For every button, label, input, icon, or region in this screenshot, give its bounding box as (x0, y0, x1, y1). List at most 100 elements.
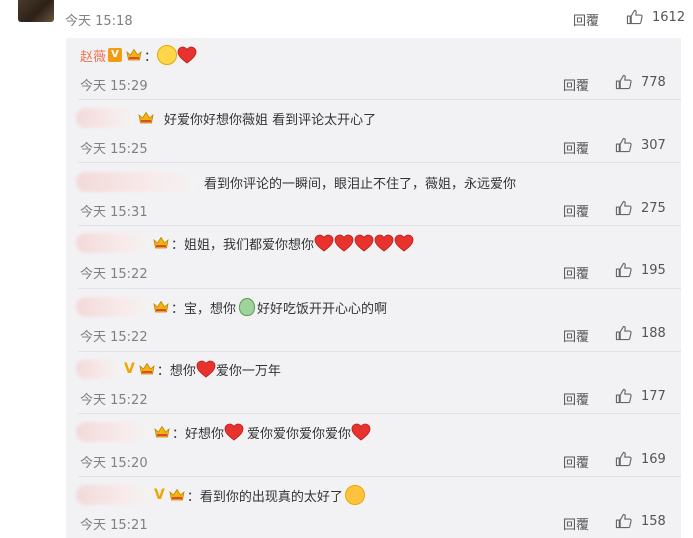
divider (78, 413, 681, 414)
thumbs-up-icon (615, 74, 632, 90)
blurred-username (76, 233, 151, 253)
divider (78, 99, 681, 100)
reply-item: ：姐姐，我们都爱你想你 (76, 233, 414, 253)
reply-button[interactable]: 回覆 (563, 389, 589, 408)
red-heart-icon (354, 234, 374, 252)
reply-time: 今天 15:20 (80, 456, 148, 471)
crown-badge-icon (139, 362, 155, 376)
reply-text: ：好想你 (172, 426, 225, 442)
like-button[interactable]: 177 (615, 388, 666, 404)
crown-badge-icon (169, 488, 185, 502)
reply-button[interactable]: 回覆 (563, 201, 589, 220)
blurred-username (76, 108, 136, 128)
reply-button[interactable]: 回覆 (563, 138, 589, 157)
like-count: 778 (641, 74, 666, 90)
smile-emoji-icon (157, 45, 178, 65)
like-count: 307 (641, 137, 666, 153)
reply-text: 爱你一万年 (215, 363, 281, 379)
blurred-username (76, 422, 152, 442)
like-count: 158 (641, 513, 666, 529)
reply-text: ：看到你的出现真的太好了 (186, 489, 343, 505)
like-count: 275 (641, 200, 666, 216)
like-button[interactable]: 195 (615, 262, 666, 278)
reply-item: 好爱你好想你薇姐 看到评论太开心了 (76, 108, 376, 128)
like-count: 169 (641, 451, 666, 467)
reply-time: 今天 15:21 (80, 518, 148, 533)
divider (78, 476, 681, 477)
like-button[interactable]: 275 (615, 200, 666, 216)
reply-item: ：好想你 爱你爱你爱你爱你 (76, 422, 371, 442)
crown-badge-icon (153, 300, 169, 314)
reply-time: 今天 15:29 (80, 79, 148, 94)
blurred-username (76, 485, 152, 505)
red-heart-icon (374, 234, 394, 252)
thumbs-up-icon (615, 262, 632, 278)
reply-item: 赵薇 V ： (80, 45, 197, 65)
reply-time: 今天 15:31 (80, 205, 148, 220)
v-badge-icon: V (154, 487, 165, 503)
author-name[interactable]: 赵薇 (80, 46, 106, 65)
red-heart-icon (351, 423, 371, 441)
like-count: 177 (641, 388, 666, 404)
reply-button[interactable]: 回覆 (563, 263, 589, 282)
like-count: 188 (641, 325, 666, 341)
crown-badge-icon (126, 48, 142, 62)
blurred-username (76, 359, 122, 379)
red-heart-icon (224, 423, 244, 441)
red-heart-icon (334, 234, 354, 252)
reply-button[interactable]: 回覆 (563, 452, 589, 471)
reply-text: 爱你爱你爱你爱你 (247, 426, 352, 442)
thumbs-up-icon (615, 200, 632, 216)
reply-button[interactable]: 回覆 (563, 75, 589, 94)
reply-item: 看到你评论的一瞬间，眼泪止不住了，薇姐，永远爱你 (76, 172, 516, 192)
red-heart-icon (177, 46, 197, 64)
like-button[interactable]: 307 (615, 137, 666, 153)
like-button[interactable]: 778 (615, 74, 666, 90)
like-button[interactable]: 188 (615, 325, 666, 341)
blurred-username (76, 172, 198, 192)
blurred-username (76, 297, 151, 317)
divider (78, 288, 681, 289)
reply-button[interactable]: 回覆 (563, 326, 589, 345)
thumbs-up-icon (615, 325, 632, 341)
crown-badge-icon (153, 236, 169, 250)
thumbs-up-icon (615, 388, 632, 404)
v-badge-icon: V (108, 48, 123, 62)
crown-badge-icon (154, 425, 170, 439)
red-heart-icon (314, 234, 334, 252)
reply-item: V ：看到你的出现真的太好了 (76, 485, 365, 505)
reply-text: ： (144, 49, 158, 65)
like-button[interactable]: 1612 (626, 9, 685, 25)
v-badge-icon: V (124, 361, 135, 377)
divider (78, 351, 681, 352)
reply-text: ：想你 (156, 363, 196, 379)
crown-badge-icon (138, 111, 154, 125)
reply-text: 好爱你好想你薇姐 看到评论太开心了 (164, 112, 377, 128)
comment-time: 今天 15:18 (65, 14, 133, 29)
reply-text: 看到你评论的一瞬间，眼泪止不住了，薇姐，永远爱你 (204, 176, 517, 192)
thumbs-up-icon (626, 9, 643, 25)
like-count: 195 (641, 262, 666, 278)
red-heart-icon (394, 234, 414, 252)
reply-text: 好好吃饭开开心心的啊 (257, 301, 388, 317)
reply-time: 今天 15:22 (80, 393, 148, 408)
like-button[interactable]: 169 (615, 451, 666, 467)
thumbs-up-icon (615, 451, 632, 467)
sticker-emoji-icon (239, 298, 256, 316)
reply-time: 今天 15:22 (80, 330, 148, 345)
avatar[interactable] (18, 0, 54, 22)
reply-item: V ：想你 爱你一万年 (76, 359, 281, 379)
thumbs-up-icon (615, 513, 632, 529)
reply-button[interactable]: 回覆 (573, 10, 599, 29)
reply-time: 今天 15:22 (80, 267, 148, 282)
red-heart-icon (196, 360, 216, 378)
divider (78, 162, 681, 163)
like-button[interactable]: 158 (615, 513, 666, 529)
divider (78, 225, 681, 226)
reply-text: ：姐姐，我们都爱你想你 (171, 237, 315, 253)
kiss-emoji-icon (344, 485, 365, 505)
reply-text: ：宝，想你 (171, 301, 237, 317)
thumbs-up-icon (615, 137, 632, 153)
reply-button[interactable]: 回覆 (563, 514, 589, 533)
like-count: 1612 (652, 9, 686, 25)
